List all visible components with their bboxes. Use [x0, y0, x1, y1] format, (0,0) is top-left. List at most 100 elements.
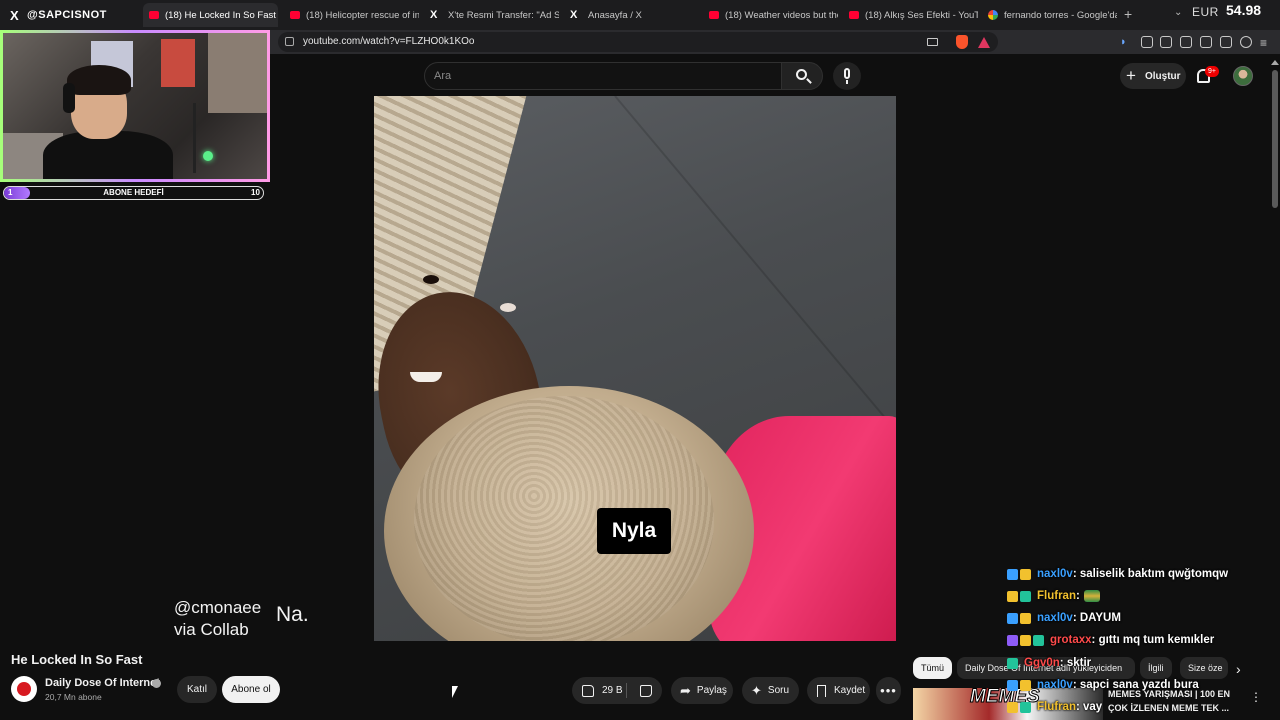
badge-icon [1007, 657, 1018, 669]
scroll-up-arrow[interactable] [1271, 60, 1279, 65]
chat-text: : DAYUM [1072, 612, 1121, 624]
video-caption: Nyla [597, 508, 671, 554]
tab-label: (18) Helicopter rescue of injured [306, 9, 419, 21]
chat-username: Flufran [1037, 701, 1076, 713]
site-info-icon[interactable] [285, 37, 294, 46]
channel-name[interactable]: Daily Dose Of Internet [45, 677, 160, 689]
microphone-arm [193, 103, 223, 173]
sidebar-icon[interactable] [1180, 36, 1192, 48]
verified-icon [152, 679, 161, 688]
search-placeholder[interactable]: Ara [434, 70, 451, 82]
badge-icon [1007, 612, 1018, 624]
music-icon[interactable] [1160, 36, 1172, 48]
mouse-cursor [452, 686, 458, 698]
tab-label: fernando torres - Google'da A [1004, 9, 1117, 21]
chat-username: naxl0v [1037, 568, 1073, 580]
share-label: Paylaş [696, 685, 727, 696]
tab-label: Anasayfa / X [588, 9, 642, 21]
extension-icon[interactable] [1141, 36, 1153, 48]
divider [626, 683, 627, 698]
tab-label: (18) Weather videos but they [725, 9, 838, 21]
more-vert-icon[interactable]: ⋮ [1250, 690, 1262, 704]
chat-message: naxl0v : saliselik baktım qwğtomqw [1007, 565, 1228, 583]
voice-search-button[interactable] [833, 62, 861, 90]
create-button[interactable]: + Oluştur [1120, 63, 1186, 89]
collab-via: via Collab [174, 620, 249, 639]
search-button[interactable] [781, 62, 823, 90]
like-count[interactable]: 29 B [602, 685, 623, 696]
mic-icon [844, 68, 850, 79]
share-button[interactable]: ➦ Paylaş [671, 677, 733, 704]
ask-button[interactable]: ✦ Soru [742, 677, 799, 704]
youtube-icon [149, 11, 159, 19]
chevron-down-icon[interactable]: ⌄ [1174, 7, 1182, 18]
menu-icon[interactable]: ≡ [1260, 36, 1267, 50]
chat-username: naxl0v [1037, 679, 1073, 691]
tab[interactable]: (18) Weather videos but they [703, 3, 838, 27]
tab-active[interactable]: (18) He Locked In So Fast ✕ [143, 3, 278, 27]
tab[interactable]: (18) Alkış Ses Efekti - YouTube [843, 3, 978, 27]
scrollbar-thumb[interactable] [1272, 70, 1278, 208]
notification-badge: 9+ [1205, 66, 1219, 77]
search-icon [796, 69, 807, 80]
share-icon: ➦ [680, 682, 691, 698]
more-actions-button[interactable]: ••• [876, 677, 901, 704]
window [208, 33, 267, 113]
chat-text: : sktir [1059, 657, 1092, 669]
join-button[interactable]: Katıl [177, 676, 217, 703]
thumbs-up-icon[interactable] [582, 684, 594, 697]
url-text[interactable]: youtube.com/watch?v=FLZHO0k1KOo [303, 36, 474, 47]
chip-all[interactable]: Tümü [913, 657, 953, 679]
poster [161, 39, 195, 87]
emote-icon [1083, 590, 1100, 602]
badge-icon [1007, 701, 1018, 713]
brave-rewards-icon[interactable] [978, 37, 990, 48]
badge-icon [1007, 590, 1018, 602]
recommendation-title-line2[interactable]: ÇOK İZLENEN MEME TEK ... [1108, 703, 1229, 713]
mouth [410, 372, 442, 382]
tab-label: X'te Resmi Transfer: "Ad Soyad [448, 9, 559, 21]
leo-icon[interactable] [1220, 36, 1232, 48]
google-icon [988, 10, 998, 20]
x-logo-icon: X [10, 8, 19, 23]
speechify-icon[interactable]: ◗ [1120, 36, 1127, 48]
chat-message: naxl0v : DAYUM [1007, 609, 1121, 627]
thumbs-down-icon[interactable] [640, 685, 652, 697]
headset [63, 83, 75, 113]
tab[interactable]: X Anasayfa / X [564, 3, 699, 27]
chat-text: : saliselik baktım qwğtomqw [1072, 568, 1229, 580]
subscriber-count: 20,7 Mn abone [45, 692, 102, 702]
chevron-right-icon[interactable]: › [1236, 661, 1241, 677]
chat-username: Flufran [1037, 590, 1076, 602]
tab[interactable]: fernando torres - Google'da A [982, 3, 1117, 27]
badge-icon [1033, 634, 1044, 646]
video-player[interactable] [374, 96, 896, 641]
save-label: Kaydet [834, 685, 866, 696]
badge-icon [1020, 568, 1031, 580]
red-light [181, 181, 189, 182]
channel-avatar[interactable] [11, 676, 37, 702]
badge-icon [1007, 679, 1018, 691]
avatar[interactable] [1233, 66, 1253, 86]
brave-shield-icon[interactable] [956, 35, 968, 49]
sparkle-icon: ✦ [751, 682, 762, 698]
stream-watermark: @SAPCISNOT [27, 9, 107, 21]
cast-icon[interactable] [927, 38, 938, 46]
chat-text: : sapci sana yazdı bura [1072, 679, 1199, 691]
chat-message: grotaxx : gıttı mq tum kemıkler [1007, 631, 1214, 649]
chat-message: Flufran : vay [1007, 698, 1102, 716]
tab[interactable]: (18) Helicopter rescue of injured [284, 3, 419, 27]
wallet-icon[interactable] [1200, 36, 1212, 48]
ask-label: Soru [767, 685, 790, 696]
badge-icon [1007, 634, 1018, 646]
search-input[interactable] [424, 62, 782, 90]
sub-goal-max: 10 [251, 188, 260, 197]
mic-icon-stem [846, 80, 848, 84]
save-button[interactable]: Kaydet [807, 677, 870, 704]
subscribe-button[interactable]: Abone ol [222, 676, 280, 703]
vpn-icon[interactable] [1240, 36, 1252, 48]
tab[interactable]: X X'te Resmi Transfer: "Ad Soyad [424, 3, 559, 27]
new-tab-icon[interactable]: + [1124, 6, 1132, 22]
chat-message: Ggv0n : sktir [1007, 654, 1091, 672]
chat-username: naxl0v [1037, 612, 1073, 624]
